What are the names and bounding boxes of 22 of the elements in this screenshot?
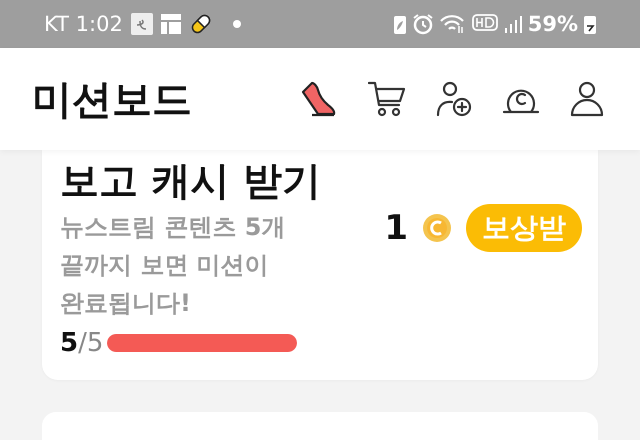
battery-saver-icon (394, 14, 406, 34)
claim-reward-button[interactable]: 보상받 (466, 204, 582, 252)
dot-icon (232, 20, 241, 28)
coin-icon (422, 213, 452, 243)
hd-icon (472, 14, 498, 34)
battery-charging-icon (584, 14, 596, 34)
battery-percent: 59% (528, 12, 578, 36)
carrier-time: KT 1:02 (44, 12, 123, 36)
grid-icon (160, 14, 181, 34)
mission-description-line: 끝까지 보면 미션이 (60, 250, 270, 281)
user-icon[interactable] (570, 81, 604, 117)
page-title: 미션보드 (32, 76, 192, 124)
mission-description-line: 뉴스트림 콘텐츠 5개 (60, 212, 286, 243)
wifi-icon (440, 14, 466, 34)
mission-description-line: 완료됩니다! (60, 288, 192, 319)
alarm-icon (412, 13, 434, 35)
progress-count: 5/5 (60, 328, 104, 358)
reward-amount: 1 (384, 208, 408, 248)
add-user-icon[interactable] (436, 81, 472, 117)
mission-title: 보고 캐시 받기 (60, 158, 322, 206)
signal-icon (504, 15, 522, 33)
cart-icon[interactable] (368, 81, 406, 117)
